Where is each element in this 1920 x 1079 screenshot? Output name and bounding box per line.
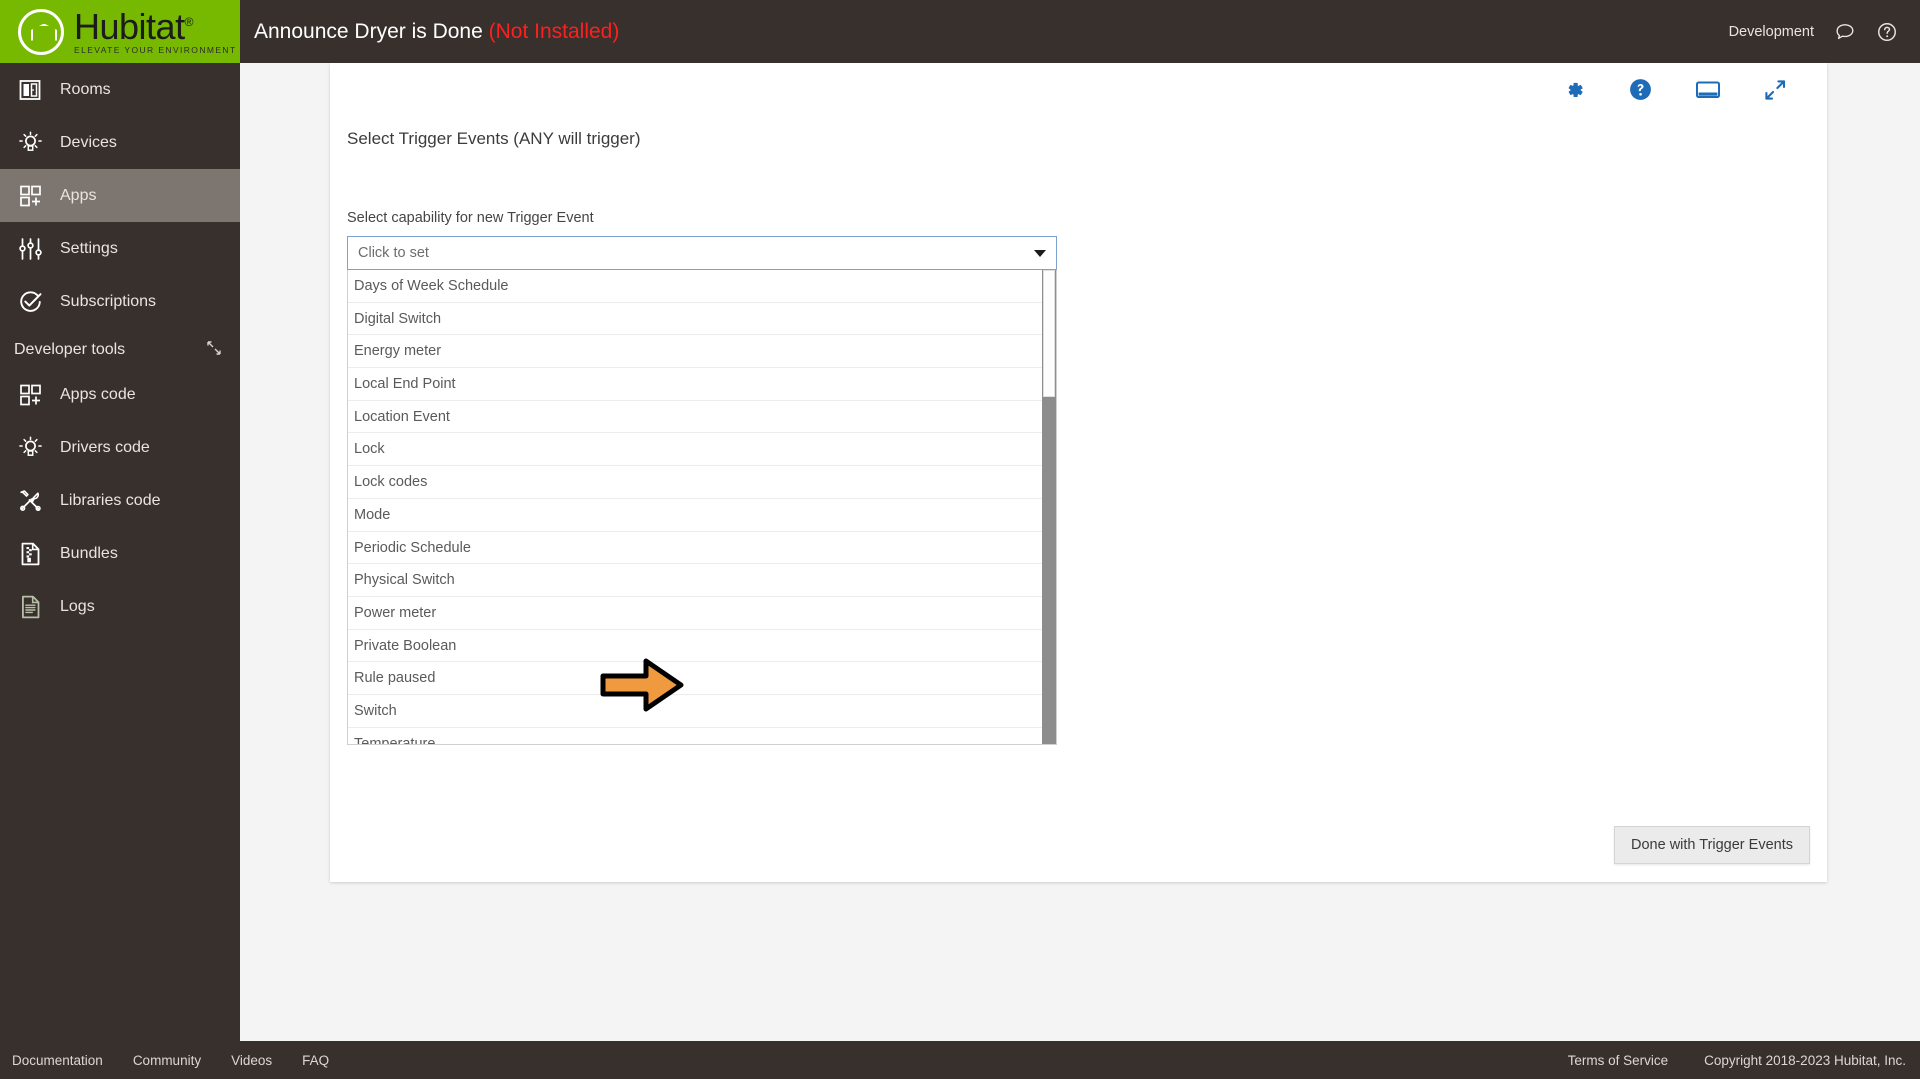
sidebar-item-label: Logs: [60, 597, 95, 615]
sidebar-item-logs[interactable]: Logs: [0, 580, 240, 633]
dropdown-option[interactable]: Energy meter: [348, 335, 1042, 369]
developer-tools-header[interactable]: Developer tools: [0, 328, 240, 368]
dropdown-option[interactable]: Lock: [348, 433, 1042, 467]
card-toolbar: [1562, 77, 1787, 102]
drivers-code-bulb-icon: [14, 433, 46, 463]
sidebar-item-label: Drivers code: [60, 438, 150, 456]
sidebar-item-label: Apps code: [60, 385, 136, 403]
gear-icon[interactable]: [1562, 78, 1586, 102]
sidebar-item-apps-code[interactable]: Apps code: [0, 368, 240, 421]
sidebar-item-label: Bundles: [60, 544, 118, 562]
dropdown-option[interactable]: Power meter: [348, 597, 1042, 630]
rooms-icon: [14, 75, 46, 105]
dropdown-option[interactable]: Lock codes: [348, 466, 1042, 499]
footer-link-documentation[interactable]: Documentation: [12, 1053, 103, 1068]
settings-sliders-icon: [14, 234, 46, 264]
chevron-down-icon: [1034, 249, 1046, 257]
install-status-badge: (Not Installed): [488, 19, 620, 43]
hubitat-logo[interactable]: Hubitat® ELEVATE YOUR ENVIRONMENT: [0, 0, 240, 63]
sidebar-item-bundles[interactable]: Bundles: [0, 527, 240, 580]
done-with-trigger-events-button[interactable]: Done with Trigger Events: [1614, 826, 1810, 864]
capability-select-value: Click to set: [358, 245, 429, 261]
registered-mark: ®: [184, 14, 194, 29]
hubitat-house-icon: [18, 8, 64, 55]
sidebar: Hubitat® ELEVATE YOUR ENVIRONMENT Rooms …: [0, 0, 240, 1079]
dropdown-option[interactable]: Location Event: [348, 401, 1042, 434]
bundles-zip-icon: [14, 539, 46, 569]
dropdown-option[interactable]: Private Boolean: [348, 630, 1042, 663]
dropdown-scrollbar-thumb[interactable]: [1043, 270, 1055, 397]
sidebar-item-subscriptions[interactable]: Subscriptions: [0, 275, 240, 328]
dropdown-option[interactable]: Mode: [348, 499, 1042, 532]
sidebar-item-drivers-code[interactable]: Drivers code: [0, 421, 240, 474]
sidebar-item-rooms[interactable]: Rooms: [0, 63, 240, 116]
footer-link-terms-of-service[interactable]: Terms of Service: [1568, 1053, 1669, 1068]
footer-link-faq[interactable]: FAQ: [302, 1053, 329, 1068]
logs-document-icon: [14, 592, 46, 622]
dropdown-option[interactable]: Periodic Schedule: [348, 532, 1042, 565]
subscriptions-check-icon: [14, 287, 46, 317]
display-icon[interactable]: [1695, 79, 1721, 101]
dropdown-option[interactable]: Physical Switch: [348, 564, 1042, 597]
dropdown-option[interactable]: Local End Point: [348, 368, 1042, 401]
help-circle-filled-icon[interactable]: [1628, 77, 1653, 102]
sidebar-item-label: Libraries code: [60, 491, 161, 509]
sidebar-item-settings[interactable]: Settings: [0, 222, 240, 275]
page-title: Announce Dryer is Done (Not Installed): [254, 20, 619, 44]
sidebar-item-label: Subscriptions: [60, 292, 157, 310]
devices-bulb-icon: [14, 128, 46, 158]
footer-link-community[interactable]: Community: [133, 1053, 201, 1068]
capability-select[interactable]: Click to set: [347, 236, 1057, 270]
developer-tools-label: Developer tools: [14, 341, 126, 358]
expand-arrows-icon[interactable]: [1763, 78, 1787, 102]
footer-copyright: Copyright 2018-2023 Hubitat, Inc.: [1704, 1052, 1906, 1068]
dropdown-option[interactable]: Days of Week Schedule: [348, 270, 1042, 303]
footer-links-left: Documentation Community Videos FAQ: [0, 1053, 329, 1068]
section-title: Select Trigger Events (ANY will trigger): [347, 129, 641, 148]
top-bar: Announce Dryer is Done (Not Installed) D…: [240, 0, 1920, 63]
app-name: Announce Dryer is Done: [254, 19, 483, 43]
logo-wordmark: Hubitat®: [74, 5, 194, 47]
sidebar-item-libraries-code[interactable]: Libraries code: [0, 474, 240, 527]
collapse-icon[interactable]: [206, 340, 222, 360]
footer: Documentation Community Videos FAQ Terms of…: [0, 1041, 1920, 1079]
help-circle-icon[interactable]: [1876, 21, 1898, 43]
footer-links-right: Terms of Service Copyright 2018-2023 Hubi…: [1568, 1053, 1920, 1068]
footer-link-videos[interactable]: Videos: [231, 1053, 272, 1068]
dropdown-scrollbar[interactable]: [1042, 270, 1056, 744]
sidebar-item-label: Rooms: [60, 80, 111, 98]
dropdown-option[interactable]: Switch: [348, 695, 1042, 728]
dropdown-option[interactable]: Digital Switch: [348, 303, 1042, 336]
libraries-code-tools-icon: [14, 486, 46, 516]
dropdown-option[interactable]: Temperature: [348, 728, 1042, 744]
trigger-events-card: Select Trigger Events (ANY will trigger)…: [330, 63, 1827, 882]
sidebar-item-label: Settings: [60, 239, 118, 257]
apps-grid-icon: [14, 181, 46, 211]
sidebar-item-devices[interactable]: Devices: [0, 116, 240, 169]
environment-label: Development: [1728, 23, 1814, 40]
sidebar-item-apps[interactable]: Apps: [0, 169, 240, 222]
apps-code-grid-icon: [14, 380, 46, 410]
logo-tagline: ELEVATE YOUR ENVIRONMENT: [74, 44, 237, 55]
main-content: Select Trigger Events (ANY will trigger)…: [240, 63, 1920, 1041]
sidebar-item-label: Apps: [60, 186, 97, 204]
capability-dropdown-list[interactable]: Days of Week Schedule Digital Switch Energ…: [347, 270, 1057, 745]
sidebar-item-label: Devices: [60, 133, 117, 151]
hubitat-app-window: Hubitat® ELEVATE YOUR ENVIRONMENT Rooms …: [0, 0, 1920, 1079]
chat-bubble-icon[interactable]: [1834, 21, 1856, 43]
dropdown-option[interactable]: Rule paused: [348, 662, 1042, 695]
capability-field-label: Select capability for new Trigger Event: [347, 210, 594, 226]
